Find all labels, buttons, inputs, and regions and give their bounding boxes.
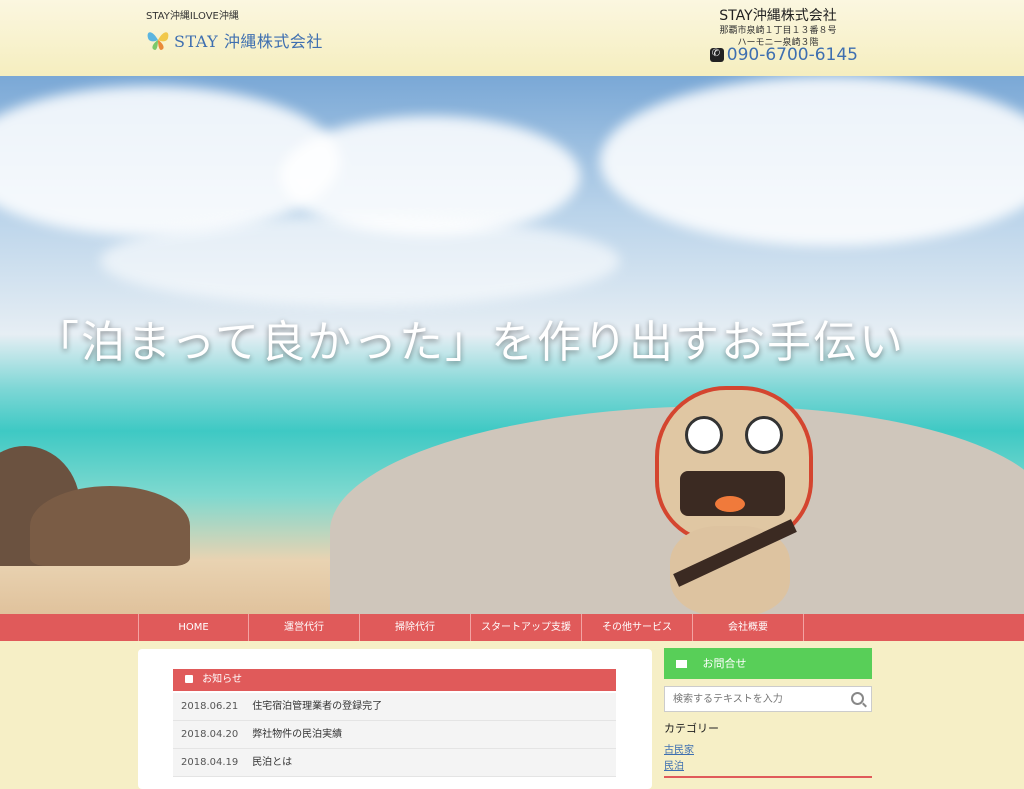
main-content: お知らせ 2018.06.21 住宅宿泊管理業者の登録完了 2018.04.20… [138,649,652,789]
news-list: 2018.06.21 住宅宿泊管理業者の登録完了 2018.04.20 弊社物件… [173,693,616,777]
company-address-line-1: 那覇市泉崎１丁目１３番８号 [719,26,837,36]
search-icon[interactable] [851,692,864,705]
butterfly-logo-icon [147,32,169,50]
contact-label: お問合せ [702,657,747,670]
site-header: STAY沖縄ILOVE沖縄 STAY 沖縄株式会社 STAY沖縄株式会社 那覇市… [0,0,1024,76]
category-link-minpaku[interactable]: 民泊 [664,757,684,772]
search-box [664,686,872,712]
category-divider [664,776,872,778]
news-title[interactable]: 弊社物件の民泊実績 [252,729,342,740]
mail-icon [676,660,687,668]
news-header: お知らせ [173,669,616,691]
news-heading: お知らせ [202,674,242,685]
news-date: 2018.06.21 [181,701,239,712]
logo-text: STAY 沖縄株式会社 [174,32,323,51]
news-date: 2018.04.20 [181,729,239,740]
hero-cloud [100,216,620,306]
phone-number: 090-6700-6145 [726,45,858,65]
nav-item-cleaning[interactable]: 掃除代行 [360,614,471,641]
news-title[interactable]: 民泊とは [252,757,292,768]
shisa-figure [645,386,815,614]
nav-item-operation[interactable]: 運営代行 [249,614,360,641]
company-info: STAY沖縄株式会社 那覇市泉崎１丁目１３番８号 ハーモニー泉崎３階 [698,5,858,49]
hero-cloud [600,76,1024,246]
company-name: STAY沖縄株式会社 [719,8,837,24]
news-item[interactable]: 2018.04.20 弊社物件の民泊実績 [173,721,616,749]
nav-item-company[interactable]: 会社概要 [693,614,804,641]
hero-banner: 「泊まって良かった」を作り出すお手伝い [0,76,1024,614]
site-tagline: STAY沖縄ILOVE沖縄 [146,11,239,22]
main-nav: HOME 運営代行 掃除代行 スタートアップ支援 その他サービス 会社概要 [0,614,1024,641]
phone-link[interactable]: 090-6700-6145 [709,45,858,65]
rss-icon [185,675,193,683]
nav-item-home[interactable]: HOME [138,614,249,641]
hero-title: 「泊まって良かった」を作り出すお手伝い [35,317,906,368]
site-logo[interactable]: STAY 沖縄株式会社 [146,26,323,54]
news-item[interactable]: 2018.04.19 民泊とは [173,749,616,777]
contact-button[interactable]: お問合せ [664,648,872,679]
search-input[interactable] [671,687,845,712]
category-title: カテゴリー [664,722,719,735]
news-title[interactable]: 住宅宿泊管理業者の登録完了 [252,701,382,712]
news-item[interactable]: 2018.06.21 住宅宿泊管理業者の登録完了 [173,693,616,721]
news-date: 2018.04.19 [181,757,239,768]
nav-item-other-services[interactable]: その他サービス [582,614,693,641]
nav-item-startup[interactable]: スタートアップ支援 [471,614,582,641]
phone-icon [709,48,724,62]
hero-rock-small [30,486,190,566]
category-link-kominka[interactable]: 古民家 [664,741,694,756]
